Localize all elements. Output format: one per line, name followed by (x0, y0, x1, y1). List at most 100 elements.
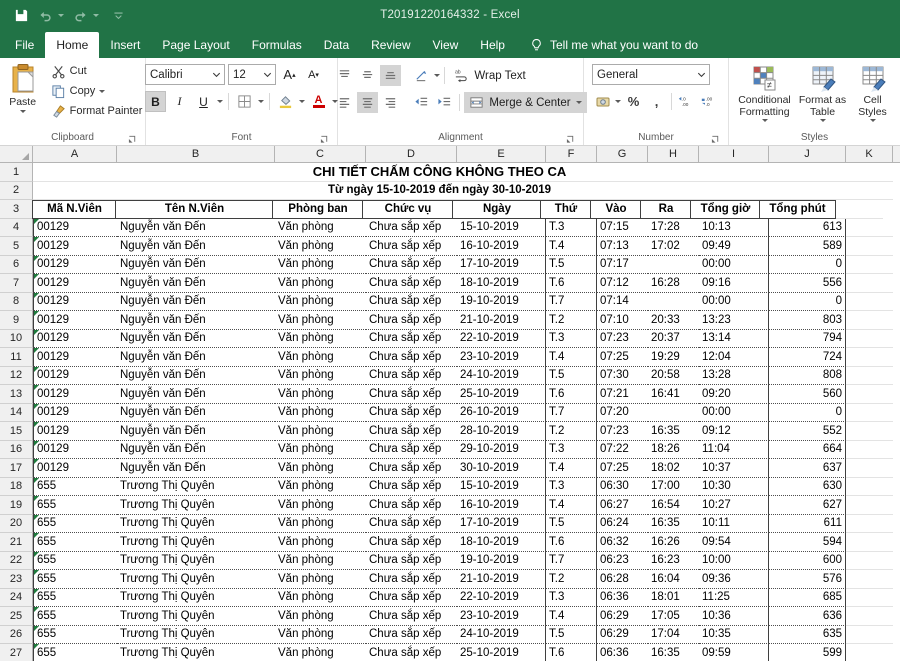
increase-decimal-button[interactable]: .0.00 (676, 91, 697, 112)
table-header-4[interactable]: Chức vụ (362, 200, 453, 219)
table-cell[interactable]: 655 (33, 552, 117, 571)
table-cell[interactable]: T.4 (546, 496, 597, 515)
row-header-11[interactable]: 11 (0, 348, 33, 367)
row-header-23[interactable]: 23 (0, 570, 33, 589)
table-cell[interactable]: 10:36 (699, 607, 769, 626)
table-cell[interactable]: 28-10-2019 (457, 422, 546, 441)
table-cell[interactable]: 589 (769, 237, 846, 256)
italic-button[interactable]: I (169, 91, 190, 112)
table-cell[interactable]: 19-10-2019 (457, 293, 546, 312)
wrap-text-button[interactable]: ab Wrap Text (449, 65, 530, 86)
table-cell[interactable]: Văn phòng (275, 441, 366, 460)
table-cell[interactable]: Văn phòng (275, 274, 366, 293)
number-dialog-launcher[interactable] (711, 134, 720, 143)
table-cell[interactable]: 06:36 (597, 644, 648, 661)
table-cell[interactable]: 07:14 (597, 293, 648, 312)
table-cell[interactable]: 600 (769, 552, 846, 571)
table-cell[interactable] (846, 311, 893, 330)
table-cell[interactable]: 19-10-2019 (457, 552, 546, 571)
table-cell[interactable]: 07:13 (597, 237, 648, 256)
table-cell[interactable]: 07:10 (597, 311, 648, 330)
table-cell[interactable]: Trương Thị Quyên (117, 552, 275, 571)
table-cell[interactable] (846, 552, 893, 571)
table-cell[interactable] (846, 459, 893, 478)
row-header-20[interactable]: 20 (0, 515, 33, 534)
table-cell[interactable]: 09:36 (699, 570, 769, 589)
table-cell[interactable]: 19:29 (648, 348, 699, 367)
column-header-k[interactable]: K (846, 146, 893, 162)
table-header-8[interactable]: Ra (640, 200, 691, 219)
table-cell[interactable]: 556 (769, 274, 846, 293)
table-cell[interactable]: T.4 (546, 607, 597, 626)
table-cell[interactable] (846, 256, 893, 275)
undo-icon[interactable] (34, 4, 56, 26)
row-header-16[interactable]: 16 (0, 441, 33, 460)
table-cell[interactable]: Chưa sắp xếp (366, 644, 457, 661)
table-cell[interactable]: 22-10-2019 (457, 330, 546, 349)
table-cell[interactable] (846, 274, 893, 293)
align-bottom-button[interactable] (380, 65, 401, 86)
table-cell[interactable]: T.2 (546, 422, 597, 441)
table-cell[interactable]: 07:12 (597, 274, 648, 293)
row-header-19[interactable]: 19 (0, 496, 33, 515)
table-cell[interactable]: 636 (769, 607, 846, 626)
table-cell[interactable]: 576 (769, 570, 846, 589)
table-cell[interactable]: Văn phòng (275, 348, 366, 367)
align-left-button[interactable] (334, 92, 355, 113)
table-cell[interactable]: 18-10-2019 (457, 274, 546, 293)
table-cell[interactable]: 25-10-2019 (457, 644, 546, 661)
table-cell[interactable]: 09:16 (699, 274, 769, 293)
table-cell[interactable]: 00129 (33, 274, 117, 293)
table-cell[interactable]: 21-10-2019 (457, 570, 546, 589)
table-cell[interactable]: 560 (769, 385, 846, 404)
table-cell[interactable]: Nguyễn văn Đến (117, 330, 275, 349)
table-cell[interactable]: 655 (33, 515, 117, 534)
undo-dropdown-icon[interactable] (58, 14, 64, 17)
cell-k1[interactable] (846, 163, 893, 182)
table-cell[interactable]: 16:04 (648, 570, 699, 589)
table-cell[interactable]: T.3 (546, 441, 597, 460)
merge-center-button[interactable]: Merge & Center (464, 92, 586, 113)
report-subtitle[interactable]: Từ ngày 15-10-2019 đến ngày 30-10-2019 (33, 182, 846, 201)
table-cell[interactable]: 655 (33, 626, 117, 645)
table-cell[interactable]: Chưa sắp xếp (366, 330, 457, 349)
table-cell[interactable]: 11:04 (699, 441, 769, 460)
row-header-4[interactable]: 4 (0, 219, 33, 238)
row-header-24[interactable]: 24 (0, 589, 33, 608)
table-cell[interactable]: 00129 (33, 459, 117, 478)
table-cell[interactable] (846, 348, 893, 367)
tab-page-layout[interactable]: Page Layout (151, 32, 240, 58)
row-header-7[interactable]: 7 (0, 274, 33, 293)
table-cell[interactable]: 07:25 (597, 459, 648, 478)
table-cell[interactable]: 25-10-2019 (457, 385, 546, 404)
table-cell[interactable]: Chưa sắp xếp (366, 459, 457, 478)
tab-review[interactable]: Review (360, 32, 421, 58)
table-cell[interactable]: 13:14 (699, 330, 769, 349)
table-cell[interactable]: Chưa sắp xếp (366, 570, 457, 589)
table-cell[interactable]: 794 (769, 330, 846, 349)
table-cell[interactable]: 00129 (33, 219, 117, 238)
tab-home[interactable]: Home (45, 32, 99, 58)
table-cell[interactable]: 12:04 (699, 348, 769, 367)
table-cell[interactable]: 664 (769, 441, 846, 460)
format-as-table-dropdown-icon[interactable] (820, 119, 826, 122)
table-cell[interactable] (846, 422, 893, 441)
table-cell[interactable]: Chưa sắp xếp (366, 478, 457, 497)
table-cell[interactable] (846, 626, 893, 645)
table-cell[interactable]: 20:33 (648, 311, 699, 330)
accounting-format-button[interactable] (592, 91, 613, 112)
table-cell[interactable]: 00129 (33, 385, 117, 404)
table-cell[interactable]: T.4 (546, 237, 597, 256)
table-cell[interactable] (846, 570, 893, 589)
table-cell[interactable] (846, 385, 893, 404)
table-cell[interactable]: 07:22 (597, 441, 648, 460)
table-cell[interactable]: Văn phòng (275, 293, 366, 312)
table-cell[interactable]: 00:00 (699, 293, 769, 312)
table-cell[interactable]: 30-10-2019 (457, 459, 546, 478)
table-cell[interactable]: 00129 (33, 404, 117, 423)
table-cell[interactable]: 655 (33, 533, 117, 552)
table-cell[interactable]: Văn phòng (275, 422, 366, 441)
row-header-2[interactable]: 2 (0, 182, 33, 201)
table-cell[interactable]: T.3 (546, 589, 597, 608)
table-cell[interactable]: 13:23 (699, 311, 769, 330)
